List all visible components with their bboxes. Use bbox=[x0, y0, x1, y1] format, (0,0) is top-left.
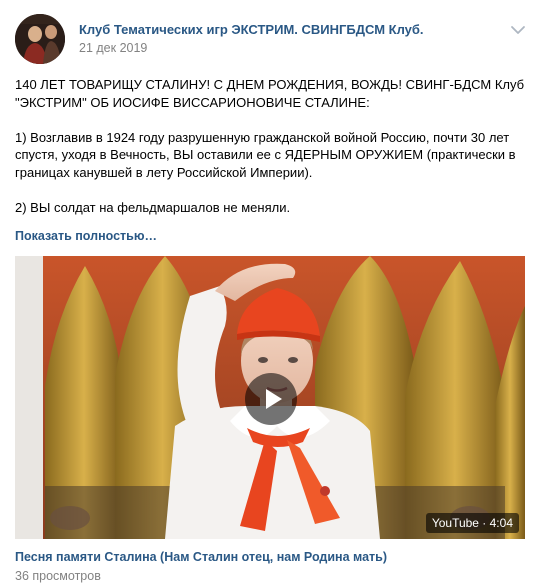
video-title-link[interactable]: Песня памяти Сталина (Нам Сталин отец, н… bbox=[15, 550, 387, 564]
chevron-down-icon[interactable] bbox=[510, 24, 526, 36]
video-duration-badge: YouTube · 4:04 bbox=[425, 513, 519, 533]
video-player[interactable]: YouTube · 4:04 bbox=[15, 256, 525, 539]
play-icon[interactable] bbox=[245, 373, 297, 425]
post-paragraph: 140 ЛЕТ ТОВАРИЩУ СТАЛИНУ! С ДНЕМ РОЖДЕНИ… bbox=[15, 77, 525, 110]
post-text: 140 ЛЕТ ТОВАРИЩУ СТАЛИНУ! С ДНЕМ РОЖДЕНИ… bbox=[15, 76, 530, 216]
group-avatar[interactable] bbox=[15, 14, 65, 64]
video-views-count: 36 просмотров bbox=[15, 569, 101, 583]
post-paragraph: 1) Возглавив в 1924 году разрушенную гра… bbox=[15, 129, 516, 180]
wall-post: Клуб Тематических игр ЭКСТРИМ. СВИНГБДСМ… bbox=[0, 0, 544, 587]
show-more-link[interactable]: Показать полностью… bbox=[15, 229, 157, 243]
post-header: Клуб Тематических игр ЭКСТРИМ. СВИНГБДСМ… bbox=[15, 14, 530, 64]
post-date[interactable]: 21 дек 2019 bbox=[79, 41, 147, 55]
group-name-link[interactable]: Клуб Тематических игр ЭКСТРИМ. СВИНГБДСМ… bbox=[79, 22, 424, 37]
post-paragraph: 2) ВЫ солдат на фельдмаршалов не меняли. bbox=[15, 199, 291, 215]
